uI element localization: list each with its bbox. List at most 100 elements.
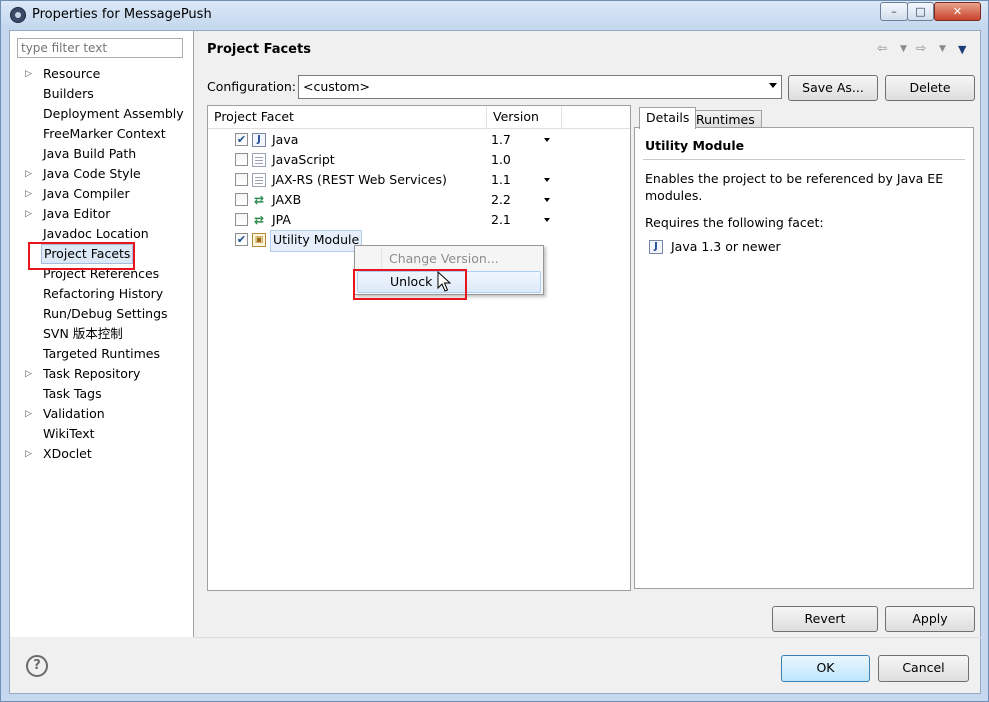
eclipse-app-icon (10, 7, 26, 23)
expand-arrow-icon[interactable]: ▷ (25, 64, 35, 84)
xml-arrows-icon: ⇄ (253, 213, 265, 227)
sidebar-item-label: Deployment Assembly (43, 106, 184, 121)
version-dropdown-icon[interactable] (544, 198, 550, 202)
facet-checkbox[interactable] (235, 193, 248, 206)
sidebar-item-label: Validation (43, 406, 105, 421)
page-title: Project Facets (207, 42, 311, 57)
sidebar-item-label: Task Tags (43, 386, 102, 401)
facet-name: Java (272, 132, 299, 147)
expand-arrow-icon[interactable]: ▷ (25, 364, 35, 384)
expand-arrow-icon[interactable]: ▷ (25, 164, 35, 184)
table-row[interactable]: ✔ J Java 1.7 (208, 130, 630, 150)
expand-arrow-icon[interactable]: ▷ (25, 184, 35, 204)
sidebar-item-label: Java Editor (43, 206, 111, 221)
sidebar-item-label: WikiText (43, 426, 95, 441)
facet-name: JPA (272, 212, 291, 227)
document-icon (252, 153, 266, 167)
java-icon: J (252, 133, 266, 147)
table-row[interactable]: JavaScript 1.0 (208, 150, 630, 170)
version-dropdown-icon[interactable] (544, 138, 550, 142)
close-button[interactable]: ✕ (934, 2, 981, 21)
facet-version[interactable]: 1.1 (491, 170, 511, 190)
java-icon: J (649, 240, 663, 254)
sidebar-item-label: SVN 版本控制 (43, 326, 123, 341)
table-header: Project Facet Version (208, 106, 630, 129)
sidebar-item-label: Resource (43, 66, 101, 81)
expand-arrow-icon[interactable]: ▷ (25, 404, 35, 424)
sidebar-item-label: Javadoc Location (43, 226, 149, 241)
details-divider (643, 159, 965, 160)
table-row[interactable]: ⇄ JAXB 2.2 (208, 190, 630, 210)
apply-button[interactable]: Apply (885, 606, 975, 632)
locked-module-icon: ▣ (252, 233, 266, 247)
highlight-project-facets (28, 242, 135, 270)
version-dropdown-icon[interactable] (544, 178, 550, 182)
facet-name: JAX-RS (REST Web Services) (272, 172, 447, 187)
sidebar-item-label: Java Build Path (43, 146, 137, 161)
configuration-label: Configuration: (207, 79, 296, 94)
facet-version[interactable]: 2.1 (491, 210, 511, 230)
properties-window: Properties for MessagePush – □ ✕ ▷ Resour… (0, 0, 989, 702)
configuration-value: <custom> (303, 79, 370, 94)
menu-item-label: Change Version... (389, 251, 499, 266)
details-title: Utility Module (645, 138, 745, 153)
facet-version[interactable]: 1.7 (491, 130, 511, 150)
sidebar-item-label: Refactoring History (43, 286, 164, 301)
sidebar-item-label: Task Repository (43, 366, 141, 381)
facet-name: Utility Module (270, 230, 363, 252)
facet-version[interactable]: 1.0 (491, 150, 511, 170)
delete-button[interactable]: Delete (885, 75, 975, 101)
sidebar-item-label: Java Code Style (43, 166, 141, 181)
details-panel: Utility Module Enables the project to be… (634, 127, 974, 589)
sidebar-item-label: XDoclet (43, 446, 92, 461)
back-menu-chevron-icon[interactable]: ▼ (900, 44, 907, 54)
maximize-button[interactable]: □ (907, 2, 934, 21)
configuration-select[interactable]: <custom> (298, 75, 782, 99)
cancel-button[interactable]: Cancel (878, 655, 969, 682)
sidebar-item-label: FreeMarker Context (43, 126, 166, 141)
facet-checkbox[interactable]: ✔ (235, 133, 248, 146)
facet-version[interactable]: 2.2 (491, 190, 511, 210)
title-bar[interactable]: Properties for MessagePush – □ ✕ (1, 1, 988, 29)
facet-checkbox[interactable] (235, 213, 248, 226)
tab-runtimes[interactable]: Runtimes (689, 110, 762, 128)
sidebar-item-label: Targeted Runtimes (43, 346, 160, 361)
version-dropdown-icon[interactable] (544, 218, 550, 222)
dropdown-arrow-icon (769, 83, 777, 88)
view-menu-icon[interactable]: ▼ (958, 43, 966, 56)
mouse-pointer-icon (437, 271, 451, 292)
help-icon[interactable]: ? (26, 655, 48, 677)
document-icon (252, 173, 266, 187)
minimize-button[interactable]: – (880, 2, 908, 21)
xml-arrows-icon: ⇄ (253, 193, 265, 207)
revert-button[interactable]: Revert (772, 606, 878, 632)
table-row[interactable]: JAX-RS (REST Web Services) 1.1 (208, 170, 630, 190)
button-bar-divider (194, 637, 982, 638)
facet-checkbox[interactable] (235, 153, 248, 166)
sidebar-item-label: Run/Debug Settings (43, 306, 168, 321)
details-description: Enables the project to be referenced by … (645, 171, 944, 203)
dialog-client-area: ▷ Resource Builders Deployment Assembly Free… (9, 30, 982, 694)
property-pages-tree: ▷ Resource Builders Deployment Assembly Free… (10, 31, 194, 637)
table-row[interactable]: ⇄ JPA 2.1 (208, 210, 630, 230)
tab-details[interactable]: Details (639, 107, 697, 129)
column-header-facet[interactable]: Project Facet (208, 106, 487, 128)
column-header-version[interactable]: Version (487, 106, 562, 128)
expand-arrow-icon[interactable]: ▷ (25, 444, 35, 464)
sidebar-item-label: Java Compiler (43, 186, 130, 201)
expand-arrow-icon[interactable]: ▷ (25, 204, 35, 224)
requires-label: Requires the following facet: (645, 215, 824, 230)
menu-item-change-version[interactable]: Change Version... (357, 248, 541, 270)
facet-checkbox[interactable] (235, 173, 248, 186)
forward-arrow-icon[interactable]: ⇨ (916, 41, 926, 55)
ok-button[interactable]: OK (781, 655, 870, 682)
filter-input[interactable] (17, 38, 183, 58)
sidebar-item-label: Builders (43, 86, 94, 101)
facets-table: Project Facet Version ✔ J Java 1.7 JavaScrip… (207, 105, 631, 591)
forward-menu-chevron-icon[interactable]: ▼ (939, 44, 946, 54)
required-facet-label: Java 1.3 or newer (671, 239, 781, 254)
facet-checkbox[interactable]: ✔ (235, 233, 248, 246)
facet-name: JAXB (272, 192, 302, 207)
save-as-button[interactable]: Save As... (788, 75, 878, 101)
back-arrow-icon[interactable]: ⇦ (877, 41, 887, 55)
